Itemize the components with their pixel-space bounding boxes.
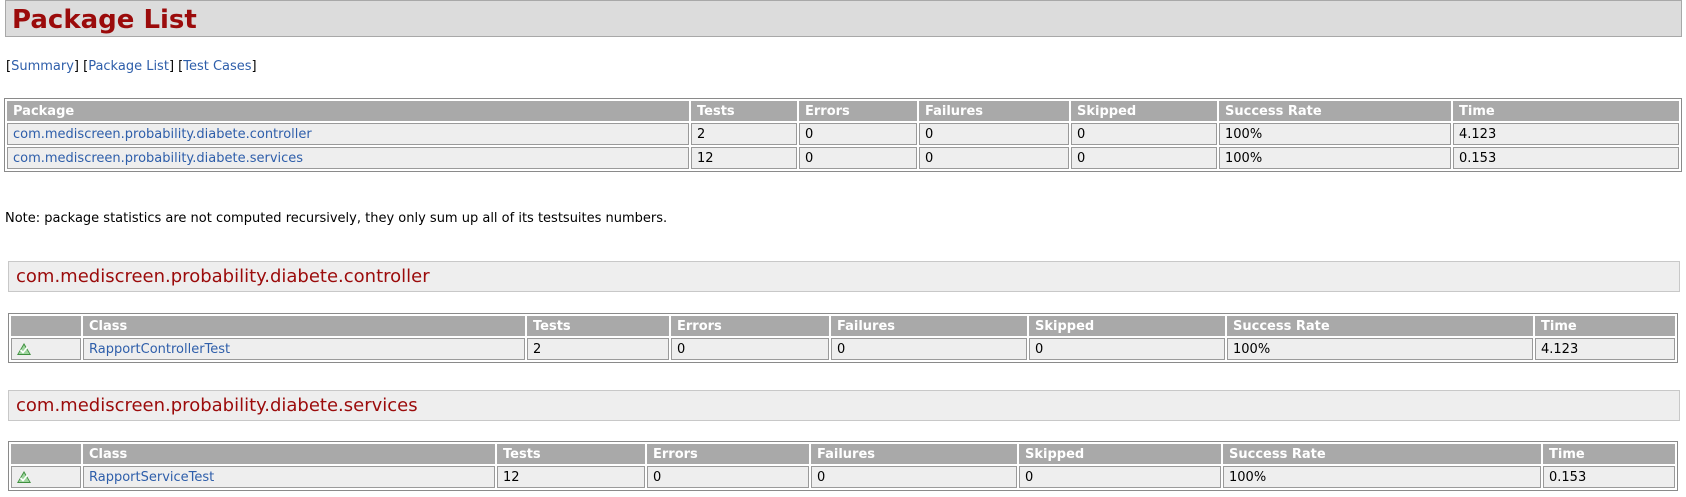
class-cell: RapportControllerTest [83,338,525,360]
package-cell: com.mediscreen.probability.diabete.contr… [7,123,689,145]
class-link[interactable]: RapportServiceTest [89,470,214,485]
errors-cell: 0 [799,147,917,169]
page-title: Package List [12,5,197,35]
nav-package-list-link[interactable]: Package List [88,59,169,74]
table-row: com.mediscreen.probability.diabete.servi… [7,147,1679,169]
success-rate-cell: 100% [1227,338,1533,360]
table-header-row: Class Tests Errors Failures Skipped Succ… [11,316,1675,336]
table-row: RapportServiceTest 12 0 0 0 100% 0.153 [11,466,1675,488]
package-cell: com.mediscreen.probability.diabete.servi… [7,147,689,169]
skipped-cell: 0 [1029,338,1225,360]
column-header-errors: Errors [671,316,829,336]
column-header-package: Package [7,101,689,121]
status-cell [11,466,81,488]
table-row: RapportControllerTest 2 0 0 0 100% 4.123 [11,338,1675,360]
tests-cell: 12 [691,147,797,169]
section-header-services: com.mediscreen.probability.diabete.servi… [8,390,1680,421]
nav-summary-link[interactable]: Summary [11,59,74,74]
class-table-services: Class Tests Errors Failures Skipped Succ… [8,441,1678,491]
column-header-time: Time [1535,316,1675,336]
skipped-cell: 0 [1019,466,1221,488]
errors-cell: 0 [799,123,917,145]
package-table: Package Tests Errors Failures Skipped Su… [4,98,1682,172]
pass-icon [17,471,31,483]
tests-cell: 2 [691,123,797,145]
column-header-class: Class [83,316,525,336]
column-header-errors: Errors [799,101,917,121]
column-header-failures: Failures [811,444,1017,464]
column-header-status [11,444,81,464]
time-cell: 0.153 [1543,466,1675,488]
section-title: com.mediscreen.probability.diabete.servi… [16,395,418,416]
column-header-status [11,316,81,336]
column-header-time: Time [1543,444,1675,464]
column-header-skipped: Skipped [1071,101,1217,121]
success-rate-cell: 100% [1219,147,1451,169]
failures-cell: 0 [919,147,1069,169]
failures-cell: 0 [831,338,1027,360]
skipped-cell: 0 [1071,123,1217,145]
success-rate-cell: 100% [1223,466,1541,488]
class-table-controller: Class Tests Errors Failures Skipped Succ… [8,313,1678,363]
table-header-row: Package Tests Errors Failures Skipped Su… [7,101,1679,121]
column-header-tests: Tests [691,101,797,121]
column-header-class: Class [83,444,495,464]
column-header-errors: Errors [647,444,809,464]
failures-cell: 0 [919,123,1069,145]
failures-cell: 0 [811,466,1017,488]
column-header-skipped: Skipped [1029,316,1225,336]
column-header-success-rate: Success Rate [1223,444,1541,464]
column-header-tests: Tests [497,444,645,464]
package-link[interactable]: com.mediscreen.probability.diabete.servi… [13,151,303,166]
skipped-cell: 0 [1071,147,1217,169]
column-header-success-rate: Success Rate [1219,101,1451,121]
column-header-failures: Failures [919,101,1069,121]
section-title: com.mediscreen.probability.diabete.contr… [16,266,430,287]
time-cell: 4.123 [1535,338,1675,360]
time-cell: 4.123 [1453,123,1679,145]
package-link[interactable]: com.mediscreen.probability.diabete.contr… [13,127,312,142]
column-header-tests: Tests [527,316,669,336]
pass-icon [17,343,31,355]
class-link[interactable]: RapportControllerTest [89,342,230,357]
column-header-time: Time [1453,101,1679,121]
page-header: Package List [5,0,1682,37]
column-header-skipped: Skipped [1019,444,1221,464]
tests-cell: 2 [527,338,669,360]
column-header-success-rate: Success Rate [1227,316,1533,336]
package-note: Note: package statistics are not compute… [5,211,668,226]
nav-test-cases-link[interactable]: Test Cases [183,59,251,74]
time-cell: 0.153 [1453,147,1679,169]
status-cell [11,338,81,360]
nav-links: [Summary] [Package List] [Test Cases] [6,59,257,74]
table-row: com.mediscreen.probability.diabete.contr… [7,123,1679,145]
tests-cell: 12 [497,466,645,488]
column-header-failures: Failures [831,316,1027,336]
errors-cell: 0 [647,466,809,488]
success-rate-cell: 100% [1219,123,1451,145]
errors-cell: 0 [671,338,829,360]
table-header-row: Class Tests Errors Failures Skipped Succ… [11,444,1675,464]
class-cell: RapportServiceTest [83,466,495,488]
section-header-controller: com.mediscreen.probability.diabete.contr… [8,261,1680,292]
